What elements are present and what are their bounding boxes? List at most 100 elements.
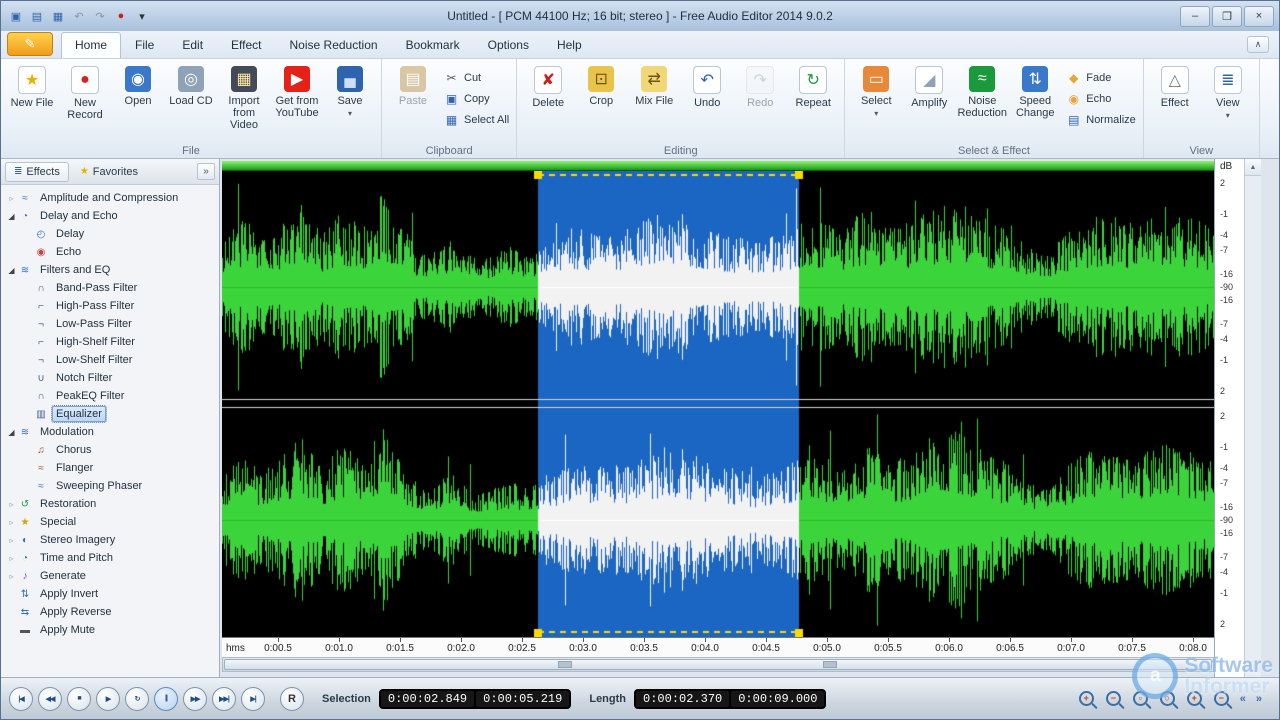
zoom-vertical-out-button[interactable]: − bbox=[1212, 689, 1231, 708]
customize-toolbar-icon[interactable]: ▾ bbox=[133, 8, 151, 25]
zoom-to-selection-button[interactable]: ▫ bbox=[1131, 689, 1150, 708]
tree-item-low-pass-filter[interactable]: ¬Low-Pass Filter bbox=[1, 315, 219, 333]
vertical-scrollbar[interactable]: ▲ bbox=[1244, 159, 1261, 677]
tree-item-peakeq-filter[interactable]: ∩PeakEQ Filter bbox=[1, 387, 219, 405]
zoom-full-button[interactable]: ○ bbox=[1158, 689, 1177, 708]
tree-item-modulation[interactable]: ◢≋Modulation bbox=[1, 423, 219, 441]
cut-button[interactable]: ✂Cut bbox=[444, 70, 509, 85]
zoom-in-button[interactable]: + bbox=[1077, 689, 1096, 708]
tree-item-apply-mute[interactable]: ▬Apply Mute bbox=[1, 621, 219, 639]
play-button[interactable]: ▶ bbox=[96, 687, 120, 711]
select-all-button[interactable]: ▦Select All bbox=[444, 112, 509, 127]
crop-button[interactable]: ⊡Crop bbox=[575, 62, 627, 107]
collapsed-expander-icon[interactable]: ▹ bbox=[5, 572, 18, 581]
expanded-expander-icon[interactable]: ◢ bbox=[5, 428, 18, 437]
delete-button[interactable]: ✘Delete bbox=[522, 62, 574, 109]
waveform-canvas[interactable] bbox=[222, 171, 1214, 637]
tree-item-restoration[interactable]: ▹↺Restoration bbox=[1, 495, 219, 513]
load-cd-button[interactable]: ◎Load CD bbox=[165, 62, 217, 107]
tree-item-time-and-pitch[interactable]: ▹◔Time and Pitch bbox=[1, 549, 219, 567]
tree-item-high-shelf-filter[interactable]: ⌐High-Shelf Filter bbox=[1, 333, 219, 351]
tree-item-notch-filter[interactable]: ∪Notch Filter bbox=[1, 369, 219, 387]
close-button[interactable]: × bbox=[1244, 6, 1274, 27]
rewind-button[interactable]: ◀◀ bbox=[38, 687, 62, 711]
record-icon[interactable]: ● bbox=[112, 8, 130, 25]
select-button[interactable]: ▭Select▾ bbox=[850, 62, 902, 117]
panel-more-button[interactable]: » bbox=[197, 163, 215, 180]
maximize-button[interactable]: ❐ bbox=[1212, 6, 1242, 27]
open-button[interactable]: ◉Open bbox=[112, 62, 164, 107]
collapsed-expander-icon[interactable]: ▹ bbox=[5, 518, 18, 527]
collapsed-expander-icon[interactable]: ▹ bbox=[5, 194, 18, 203]
ribbon-collapse-button[interactable]: ∧ bbox=[1247, 36, 1269, 53]
pause-button[interactable]: || bbox=[154, 687, 178, 711]
window-icon[interactable]: ▣ bbox=[7, 8, 25, 25]
tree-item-apply-invert[interactable]: ⇅Apply Invert bbox=[1, 585, 219, 603]
noise-reduction-button[interactable]: ≈Noise Reduction bbox=[956, 62, 1008, 119]
get-from-youtube-button[interactable]: ▶Get from YouTube bbox=[271, 62, 323, 119]
effect-button[interactable]: △Effect bbox=[1149, 62, 1201, 109]
tree-item-apply-reverse[interactable]: ⇆Apply Reverse bbox=[1, 603, 219, 621]
tree-item-filters-and-eq[interactable]: ◢≋Filters and EQ bbox=[1, 261, 219, 279]
go-to-start-button[interactable]: |◀ bbox=[9, 687, 33, 711]
timeline-ruler[interactable]: hms 0:00.50:01.00:01.50:02.00:02.50:03.0… bbox=[222, 637, 1214, 657]
normalize-button[interactable]: ▤Normalize bbox=[1066, 112, 1136, 127]
tab-help[interactable]: Help bbox=[543, 32, 596, 58]
panel-tab-effects[interactable]: ≣Effects bbox=[5, 162, 69, 182]
new-record-button[interactable]: ●New Record bbox=[59, 62, 111, 121]
tree-item-generate[interactable]: ▹♪Generate bbox=[1, 567, 219, 585]
minimize-button[interactable]: – bbox=[1180, 6, 1210, 27]
tree-item-chorus[interactable]: ♫Chorus bbox=[1, 441, 219, 459]
collapsed-expander-icon[interactable]: ▹ bbox=[5, 536, 18, 545]
redo-icon[interactable]: ↷ bbox=[91, 8, 109, 25]
copy-button[interactable]: ▣Copy bbox=[444, 91, 509, 106]
tab-noise-reduction[interactable]: Noise Reduction bbox=[276, 32, 392, 58]
tree-item-equalizer[interactable]: ▥Equalizer bbox=[1, 405, 219, 423]
go-to-end-button[interactable]: ▶| bbox=[241, 687, 265, 711]
tree-item-high-pass-filter[interactable]: ⌐High-Pass Filter bbox=[1, 297, 219, 315]
fade-button[interactable]: ◆Fade bbox=[1066, 70, 1136, 85]
scroll-up-arrow-icon[interactable]: ▲ bbox=[1245, 159, 1261, 176]
undo-icon[interactable]: ↶ bbox=[70, 8, 88, 25]
tab-file[interactable]: File bbox=[121, 32, 168, 58]
play-to-end-button[interactable]: ▶▶| bbox=[212, 687, 236, 711]
collapsed-expander-icon[interactable]: ▹ bbox=[5, 500, 18, 509]
application-menu-button[interactable]: ✎ bbox=[7, 32, 53, 56]
tree-item-special[interactable]: ▹★Special bbox=[1, 513, 219, 531]
echo-button[interactable]: ◉Echo bbox=[1066, 91, 1136, 106]
zoom-vertical-in-button[interactable]: + bbox=[1185, 689, 1204, 708]
tree-item-amplitude-and-compression[interactable]: ▹≈Amplitude and Compression bbox=[1, 189, 219, 207]
horizontal-scrollbar[interactable] bbox=[222, 657, 1214, 672]
repeat-button[interactable]: ↻Repeat bbox=[787, 62, 839, 109]
tab-options[interactable]: Options bbox=[474, 32, 543, 58]
tab-bookmark[interactable]: Bookmark bbox=[392, 32, 474, 58]
mix-file-button[interactable]: ⇄Mix File bbox=[628, 62, 680, 107]
tree-item-band-pass-filter[interactable]: ∩Band-Pass Filter bbox=[1, 279, 219, 297]
tree-item-flanger[interactable]: ≈Flanger bbox=[1, 459, 219, 477]
tab-effect[interactable]: Effect bbox=[217, 32, 275, 58]
scroll-left-button[interactable]: « bbox=[1239, 693, 1247, 705]
collapsed-expander-icon[interactable]: ▹ bbox=[5, 554, 18, 563]
new-file-button[interactable]: ★New File bbox=[6, 62, 58, 109]
undo-button[interactable]: ↶Undo bbox=[681, 62, 733, 109]
stop-button[interactable]: ■ bbox=[67, 687, 91, 711]
expanded-expander-icon[interactable]: ◢ bbox=[5, 266, 18, 275]
tree-item-sweeping-phaser[interactable]: ≈Sweeping Phaser bbox=[1, 477, 219, 495]
tree-item-delay[interactable]: ◴Delay bbox=[1, 225, 219, 243]
tab-edit[interactable]: Edit bbox=[168, 32, 217, 58]
scrollbar-thumb[interactable] bbox=[224, 659, 1212, 670]
scroll-right-button[interactable]: » bbox=[1255, 693, 1263, 705]
record-button[interactable]: R bbox=[280, 687, 304, 711]
import-from-video-button[interactable]: ▦Import from Video bbox=[218, 62, 270, 131]
tree-item-stereo-imagery[interactable]: ▹◐Stereo Imagery bbox=[1, 531, 219, 549]
print-icon[interactable]: ▤ bbox=[28, 8, 46, 25]
tab-home[interactable]: Home bbox=[61, 32, 121, 58]
tree-item-delay-and-echo[interactable]: ◢◔Delay and Echo bbox=[1, 207, 219, 225]
tree-item-low-shelf-filter[interactable]: ¬Low-Shelf Filter bbox=[1, 351, 219, 369]
zoom-out-button[interactable]: − bbox=[1104, 689, 1123, 708]
fast-forward-button[interactable]: ▶▶ bbox=[183, 687, 207, 711]
overview-bar[interactable] bbox=[222, 161, 1214, 171]
loop-button[interactable]: ↻ bbox=[125, 687, 149, 711]
speed-change-button[interactable]: ⇅Speed Change bbox=[1009, 62, 1061, 119]
view-button[interactable]: ≣View▾ bbox=[1202, 62, 1254, 119]
